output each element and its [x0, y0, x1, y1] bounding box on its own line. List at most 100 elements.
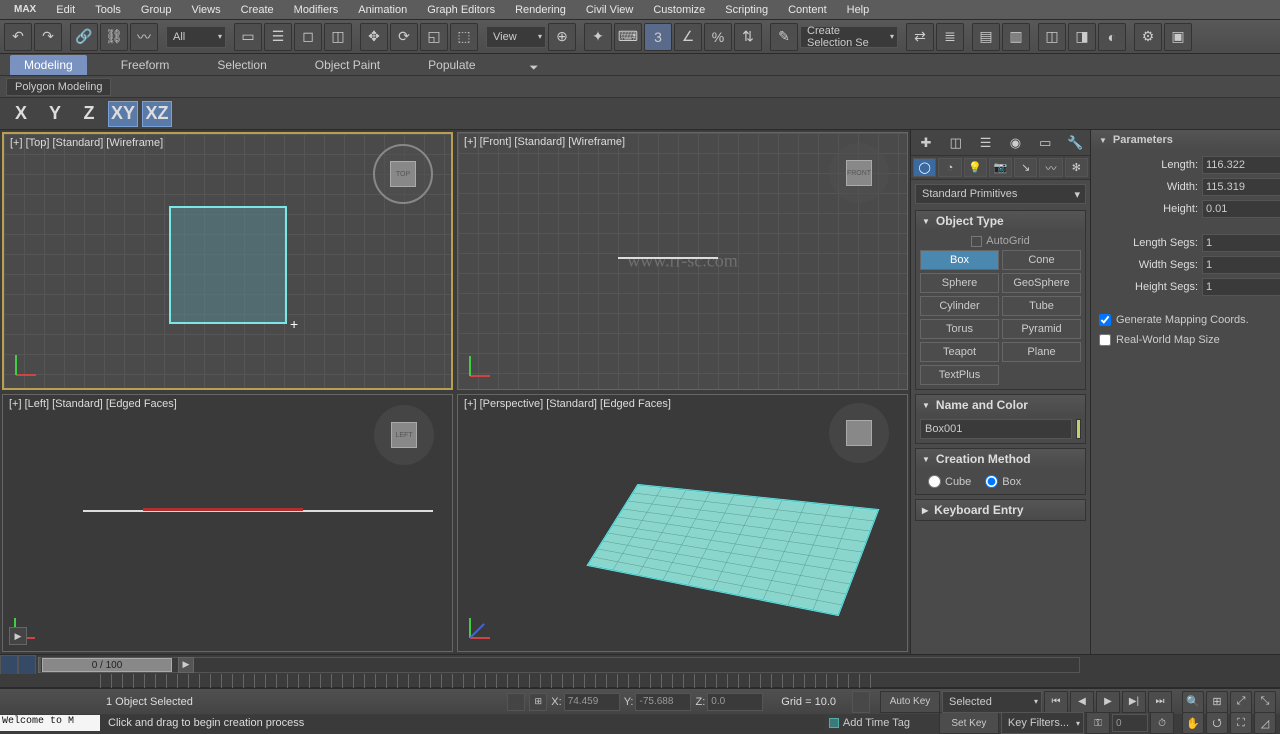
helpers-category-icon[interactable]: ↘	[1014, 158, 1037, 177]
cp-tab-motion[interactable]: ◉	[1000, 130, 1030, 155]
ribbon-tab-freeform[interactable]: Freeform	[107, 55, 184, 75]
type-textplus-button[interactable]: TextPlus	[920, 365, 999, 385]
zoom-extents-icon[interactable]: ⤢	[1230, 691, 1252, 713]
next-frame-button[interactable]: ▶|	[1122, 691, 1146, 713]
keyboard-shortcut-override-button[interactable]: ⌨	[614, 23, 642, 51]
menu-animation[interactable]: Animation	[348, 2, 417, 18]
undo-button[interactable]: ↶	[4, 23, 32, 51]
unlink-button[interactable]: ⛓	[100, 23, 128, 51]
select-object-button[interactable]: ▭	[234, 23, 262, 51]
viewport-front-label[interactable]: [+] [Front] [Standard] [Wireframe]	[464, 136, 625, 148]
ribbon-tab-selection[interactable]: Selection	[203, 55, 280, 75]
y-coord-input[interactable]	[635, 693, 691, 711]
viewcube-left[interactable]: LEFT	[374, 405, 434, 465]
goto-start-button[interactable]: ⏮	[1044, 691, 1068, 713]
select-region-rect-button[interactable]: ◻	[294, 23, 322, 51]
named-selection-combo[interactable]: Create Selection Se	[800, 26, 898, 48]
render-frame-window-button[interactable]: ▣	[1164, 23, 1192, 51]
length-spinner[interactable]: ▲▼	[1202, 156, 1272, 174]
curve-editor-button[interactable]: ◫	[1038, 23, 1066, 51]
viewport-front[interactable]: [+] [Front] [Standard] [Wireframe] FRONT…	[457, 132, 908, 390]
toggle-layer-explorer-button[interactable]: ▥	[1002, 23, 1030, 51]
type-sphere-button[interactable]: Sphere	[920, 273, 999, 293]
type-tube-button[interactable]: Tube	[1002, 296, 1081, 316]
setkey-button[interactable]: Set Key	[939, 712, 999, 734]
scale-button[interactable]: ◱	[420, 23, 448, 51]
type-cylinder-button[interactable]: Cylinder	[920, 296, 999, 316]
menu-graph[interactable]: Graph Editors	[417, 2, 505, 18]
rollout-creation-method-header[interactable]: ▼Creation Method	[916, 449, 1085, 469]
use-pivot-center-button[interactable]: ⊕	[548, 23, 576, 51]
current-frame-input[interactable]	[1112, 714, 1148, 732]
viewport-play-icon[interactable]: ▶	[9, 627, 27, 645]
autokey-button[interactable]: Auto Key	[880, 691, 940, 713]
viewport-perspective[interactable]: [+] [Perspective] [Standard] [Edged Face…	[457, 394, 908, 652]
height-spinner[interactable]: ▲▼	[1202, 200, 1272, 218]
select-by-name-button[interactable]: ☰	[264, 23, 292, 51]
real-world-map-checkbox[interactable]: Real-World Map Size	[1099, 332, 1272, 348]
menu-edit[interactable]: Edit	[46, 2, 85, 18]
viewport-top[interactable]: [+] [Top] [Standard] [Wireframe] TOP +	[2, 132, 453, 390]
autogrid-checkbox[interactable]: AutoGrid	[920, 235, 1081, 247]
ribbon-tab-modeling[interactable]: Modeling	[10, 55, 87, 75]
viewcube-persp[interactable]	[829, 403, 889, 463]
type-box-button[interactable]: Box	[920, 250, 999, 270]
ribbon-panel-label[interactable]: Polygon Modeling	[6, 78, 111, 96]
spinner-snap-button[interactable]: ⇅	[734, 23, 762, 51]
mirror-button[interactable]: ⇄	[906, 23, 934, 51]
menu-rendering[interactable]: Rendering	[505, 2, 576, 18]
object-name-input[interactable]	[920, 419, 1072, 439]
time-slider[interactable]: ◀ 0 / 100 ▶	[0, 654, 1280, 674]
axis-x-button[interactable]: X	[6, 101, 36, 127]
z-coord-input[interactable]	[707, 693, 763, 711]
material-editor-button[interactable]: ◐	[1098, 23, 1126, 51]
lights-category-icon[interactable]: 💡	[964, 158, 987, 177]
percent-snap-button[interactable]: %	[704, 23, 732, 51]
rollout-name-color-header[interactable]: ▼Name and Color	[916, 395, 1085, 415]
redo-button[interactable]: ↷	[34, 23, 62, 51]
cp-tab-display[interactable]: ▭	[1030, 130, 1060, 155]
prev-frame-button[interactable]: ◀	[1070, 691, 1094, 713]
viewport-left[interactable]: [+] [Left] [Standard] [Edged Faces] LEFT…	[2, 394, 453, 652]
x-coord-input[interactable]	[564, 693, 620, 711]
cp-tab-modify[interactable]: ◫	[941, 130, 971, 155]
menu-help[interactable]: Help	[837, 2, 880, 18]
pan-icon[interactable]: ✋	[1182, 712, 1204, 734]
rollout-object-type-header[interactable]: ▼Object Type	[916, 211, 1085, 231]
key-filters-combo[interactable]: Key Filters...	[1001, 712, 1084, 734]
time-config-icon[interactable]: ⏱	[1150, 712, 1174, 734]
ribbon-collapse-icon[interactable]: ⏷	[530, 62, 539, 75]
bind-space-warp-button[interactable]: 〰	[130, 23, 158, 51]
timeline-ruler[interactable]	[0, 674, 1280, 688]
menu-civilview[interactable]: Civil View	[576, 2, 643, 18]
lock-selection-icon[interactable]	[507, 693, 525, 711]
selection-filter-combo[interactable]: All	[166, 26, 226, 48]
object-color-swatch[interactable]	[1076, 419, 1081, 439]
zoom-icon[interactable]: 🔍	[1182, 691, 1204, 713]
maxscript-listener[interactable]: Welcome to M	[0, 715, 100, 731]
viewport-left-label[interactable]: [+] [Left] [Standard] [Edged Faces]	[9, 398, 177, 410]
render-setup-button[interactable]: ⚙	[1134, 23, 1162, 51]
zoom-extents-all-icon[interactable]: ⤡	[1254, 691, 1276, 713]
shapes-category-icon[interactable]: ◔	[938, 158, 961, 177]
generate-mapping-checkbox[interactable]: Generate Mapping Coords.	[1099, 312, 1272, 328]
primitive-category-combo[interactable]: Standard Primitives	[915, 184, 1086, 204]
axis-z-button[interactable]: Z	[74, 101, 104, 127]
cp-tab-create[interactable]: ✚	[911, 130, 941, 155]
rollout-keyboard-entry-header[interactable]: ▶Keyboard Entry	[916, 500, 1085, 520]
width-spinner[interactable]: ▲▼	[1202, 178, 1272, 196]
placement-button[interactable]: ⬚	[450, 23, 478, 51]
window-crossing-button[interactable]: ◫	[324, 23, 352, 51]
rotate-button[interactable]: ⟳	[390, 23, 418, 51]
type-geosphere-button[interactable]: GeoSphere	[1002, 273, 1081, 293]
ribbon-tab-objectpaint[interactable]: Object Paint	[301, 55, 394, 75]
height-segs-spinner[interactable]: ▲▼	[1202, 278, 1272, 296]
length-segs-spinner[interactable]: ▲▼	[1202, 234, 1272, 252]
slider-thumb[interactable]: 0 / 100	[42, 658, 172, 672]
menu-modifiers[interactable]: Modifiers	[284, 2, 349, 18]
viewport-top-label[interactable]: [+] [Top] [Standard] [Wireframe]	[10, 137, 163, 149]
edit-named-selection-button[interactable]: ✎	[770, 23, 798, 51]
width-segs-spinner[interactable]: ▲▼	[1202, 256, 1272, 274]
toggle-scene-explorer-button[interactable]: ▤	[972, 23, 1000, 51]
spacewarps-category-icon[interactable]: 〰	[1039, 158, 1062, 177]
